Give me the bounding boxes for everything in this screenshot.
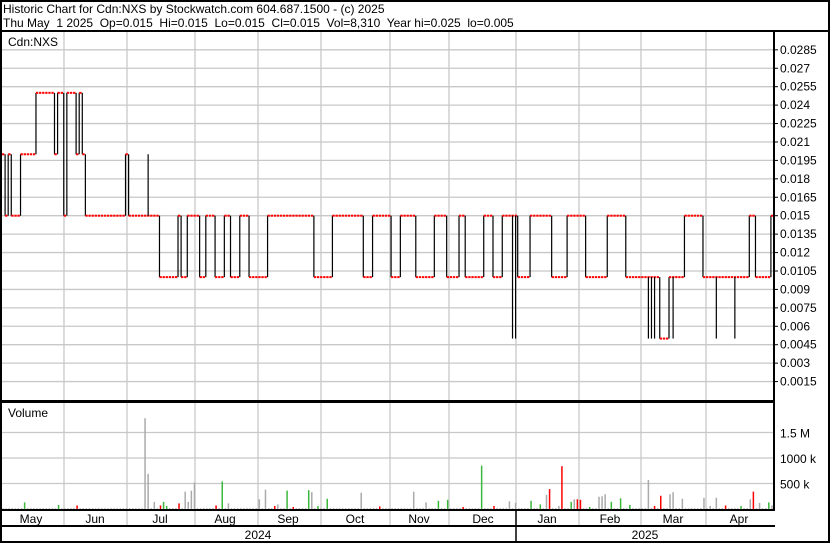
year-label: 2025: [632, 528, 659, 542]
price-tick-label: 0.018: [780, 172, 810, 186]
price-tick-label: 0.0195: [780, 153, 817, 167]
price-tick-label: 0.0075: [780, 301, 817, 315]
month-label-aug: Aug: [214, 512, 235, 526]
price-tick-label: 0.003: [780, 356, 810, 370]
price-tick-label: 0.027: [780, 61, 810, 75]
price-tick-label: 0.0225: [780, 117, 817, 131]
month-label-oct: Oct: [346, 512, 365, 526]
stock-chart: Historic Chart for Cdn:NXS by Stockwatch…: [0, 0, 830, 543]
price-tick-label: 0.0015: [780, 375, 817, 389]
price-tick-label: 0.0165: [780, 190, 817, 204]
price-tick-label: 0.024: [780, 98, 810, 112]
volume-tick-label: 500 k: [780, 478, 810, 492]
month-label-nov: Nov: [408, 512, 429, 526]
price-tick-label: 0.015: [780, 209, 810, 223]
price-tick-label: 0.012: [780, 246, 810, 260]
symbol-label: Cdn:NXS: [8, 35, 58, 49]
year-label: 2024: [245, 528, 272, 542]
month-label-feb: Feb: [600, 512, 621, 526]
volume-tick-label: 1000 k: [780, 452, 817, 466]
month-label-jun: Jun: [85, 512, 104, 526]
month-label-may: May: [20, 512, 43, 526]
price-tick-label: 0.006: [780, 319, 810, 333]
price-tick-label: 0.0135: [780, 227, 817, 241]
month-label-mar: Mar: [663, 512, 684, 526]
price-tick-label: 0.0255: [780, 80, 817, 94]
month-label-jul: Jul: [152, 512, 167, 526]
chart-title: Historic Chart for Cdn:NXS by Stockwatch…: [3, 2, 385, 16]
price-tick-label: 0.021: [780, 135, 810, 149]
month-label-apr: Apr: [730, 512, 749, 526]
month-label-jan: Jan: [537, 512, 556, 526]
price-tick-label: 0.009: [780, 282, 810, 296]
quote-summary: Thu May 1 2025 Op=0.015 Hi=0.015 Lo=0.01…: [3, 16, 514, 30]
volume-tick-label: 1.5 M: [780, 427, 810, 441]
month-label-sep: Sep: [277, 512, 299, 526]
month-label-dec: Dec: [472, 512, 493, 526]
price-tick-label: 0.0285: [780, 43, 817, 57]
price-tick-label: 0.0045: [780, 338, 817, 352]
volume-label: Volume: [8, 406, 48, 420]
price-tick-label: 0.0105: [780, 264, 817, 278]
